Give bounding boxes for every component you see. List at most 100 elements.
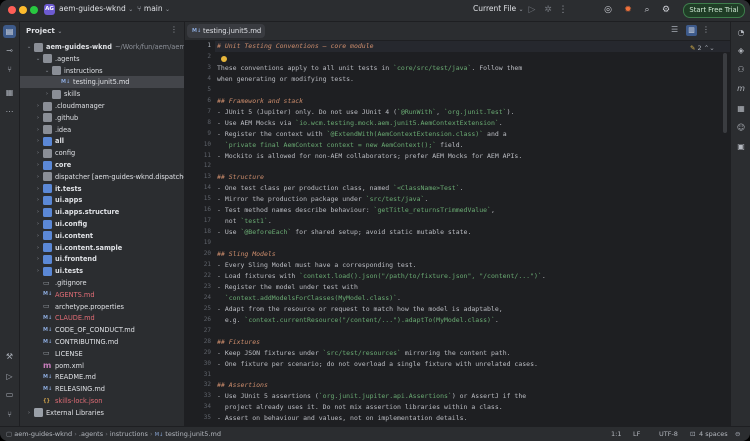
tree-item[interactable]: › core	[20, 159, 184, 171]
chevron-right-icon[interactable]: ›	[35, 171, 41, 183]
tab-testing-junit5[interactable]: M↓ testing.junit5.md ×	[187, 24, 265, 38]
branch-switcher[interactable]: ⑂ main ⌄	[137, 4, 170, 13]
breadcrumb-item[interactable]: instructions	[110, 430, 148, 438]
chevron-right-icon[interactable]: ›	[35, 183, 41, 195]
project-panel-title[interactable]: Project ⌄	[26, 26, 62, 35]
tree-item[interactable]: › config	[20, 147, 184, 159]
chevron-right-icon[interactable]: ›	[35, 230, 41, 242]
copilot-icon[interactable]: ⚇	[735, 64, 747, 76]
lock-icon[interactable]: ⊡	[690, 430, 695, 438]
run-tool-icon[interactable]: ▷	[3, 370, 16, 383]
git-icon[interactable]: ⑂	[3, 63, 16, 76]
editor-menu-icon[interactable]: ⋮	[702, 25, 710, 34]
tree-item[interactable]: › ui.content.sample	[20, 242, 184, 254]
tree-item[interactable]: › .idea	[20, 124, 184, 136]
search-icon[interactable]: ⌕	[641, 4, 653, 16]
tree-item[interactable]: › .github	[20, 112, 184, 124]
chevron-right-icon[interactable]: ›	[35, 265, 41, 277]
tree-item[interactable]: M↓ CONTRIBUTING.md	[20, 336, 184, 348]
chevron-right-icon[interactable]: ›	[35, 206, 41, 218]
maven-icon[interactable]: m	[735, 83, 747, 95]
tree-item[interactable]: M↓ RELEASING.md	[20, 383, 184, 395]
plugin-icon[interactable]: ✹	[622, 4, 634, 16]
chevron-right-icon[interactable]: ›	[35, 135, 41, 147]
breadcrumb-item[interactable]: testing.junit5.md	[165, 430, 221, 438]
tree-item[interactable]: M↓ CLAUDE.md	[20, 312, 184, 324]
commit-icon[interactable]: ⊸	[3, 44, 16, 57]
run-config-selector[interactable]: Current File ⌄	[473, 4, 524, 13]
terminal-tool-icon[interactable]: ▣	[735, 141, 747, 153]
chevron-right-icon[interactable]: ›	[35, 112, 41, 124]
tree-item[interactable]: ⌄ instructions	[20, 65, 184, 77]
start-free-trial-button[interactable]: Start Free Trial	[683, 3, 745, 18]
chevron-right-icon[interactable]: ›	[35, 147, 41, 159]
tree-item[interactable]: › it.tests	[20, 183, 184, 195]
memory-indicator-icon[interactable]: ⊖	[735, 430, 740, 438]
inspection-widget[interactable]: ✎ 2 ⌃⌄	[690, 44, 715, 52]
build-icon[interactable]: ⚒	[3, 350, 16, 363]
line-separator[interactable]: LF	[633, 430, 640, 438]
breadcrumb-item[interactable]: aem-guides-wknd	[14, 430, 72, 438]
tree-item[interactable]: › ui.frontend	[20, 253, 184, 265]
chevron-right-icon[interactable]: ›	[44, 88, 50, 100]
tree-item[interactable]: ▭ archetype.properties	[20, 301, 184, 313]
tree-item[interactable]: › ui.tests	[20, 265, 184, 277]
notifications-icon[interactable]: ◔	[735, 27, 747, 39]
tree-item[interactable]: › all	[20, 135, 184, 147]
chevron-right-icon[interactable]: ›	[35, 159, 41, 171]
project-switcher[interactable]: aem-guides-wknd ⌄	[59, 4, 133, 13]
tree-item[interactable]: › .cloudmanager	[20, 100, 184, 112]
tree-item[interactable]: ⌄ .agents	[20, 53, 184, 65]
file-encoding[interactable]: UTF-8	[659, 430, 678, 438]
tree-item[interactable]: › ui.config	[20, 218, 184, 230]
chevron-down-icon[interactable]: ⌄	[26, 41, 32, 53]
tree-item[interactable]: M↓ README.md	[20, 371, 184, 383]
tree-item[interactable]: M↓ testing.junit5.md	[20, 76, 184, 89]
tree-item[interactable]: › External Libraries	[20, 407, 184, 419]
chevron-right-icon[interactable]: ›	[35, 253, 41, 265]
assistant-icon[interactable]: ☺	[735, 122, 747, 134]
editor-scrollbar[interactable]	[723, 53, 727, 133]
tree-item[interactable]: › ui.apps.structure	[20, 206, 184, 218]
more-tools-icon[interactable]: ⋯	[3, 105, 16, 118]
chevron-down-icon[interactable]: ⌄	[35, 53, 41, 65]
chevron-right-icon[interactable]: ›	[35, 242, 41, 254]
tree-item[interactable]: ⌄ aem-guides-wknd~/Work/fun/aem/aem-gu	[20, 41, 184, 53]
tree-item[interactable]: ▭ .gitignore	[20, 277, 184, 289]
ai-chat-icon[interactable]: ◈	[735, 45, 747, 57]
chevron-right-icon[interactable]: ›	[35, 194, 41, 206]
run-icon[interactable]: ▷	[526, 4, 538, 16]
tree-item[interactable]: › dispatcher [aem-guides-wknd.dispatche	[20, 171, 184, 183]
more-icon[interactable]: ⋮	[557, 4, 569, 16]
chevron-right-icon[interactable]: ›	[26, 407, 32, 419]
chevron-down-icon[interactable]: ⌄	[44, 65, 50, 77]
panel-options-icon[interactable]: ⋮	[170, 25, 178, 34]
tree-item[interactable]: ▭ LICENSE	[20, 348, 184, 360]
tree-item[interactable]: › skills	[20, 88, 184, 100]
ai-assistant-icon[interactable]: ◎	[602, 4, 614, 16]
vcs-icon[interactable]: ⑂	[3, 408, 16, 421]
close-window-button[interactable]	[8, 6, 16, 14]
indent-setting[interactable]: 4 spaces	[699, 430, 728, 438]
close-tab-icon[interactable]: ×	[254, 24, 260, 38]
breadcrumb-item[interactable]: .agents	[79, 430, 103, 438]
project-tool-icon[interactable]: ▤	[3, 25, 16, 38]
settings-icon[interactable]: ⚙	[660, 4, 672, 16]
split-mode-icon[interactable]: ▥	[686, 25, 697, 36]
debug-icon[interactable]: ✲	[542, 4, 554, 16]
minimize-window-button[interactable]	[19, 6, 27, 14]
chevron-right-icon[interactable]: ›	[35, 100, 41, 112]
tree-item[interactable]: M↓ AGENTS.md	[20, 289, 184, 301]
terminal-icon[interactable]: ▭	[3, 388, 16, 401]
tree-item[interactable]: › ui.content	[20, 230, 184, 242]
tree-item[interactable]: m pom.xml	[20, 360, 184, 372]
structure-icon[interactable]: ▦	[3, 86, 16, 99]
chevron-right-icon[interactable]: ›	[35, 124, 41, 136]
chevron-right-icon[interactable]: ›	[35, 218, 41, 230]
intention-bulb-icon[interactable]	[221, 56, 227, 62]
code-editor[interactable]: ✎ 2 ⌃⌄ 1 # Unit Testing Conventions — cor…	[185, 41, 730, 426]
caret-position[interactable]: 1:1	[611, 430, 621, 438]
tree-item[interactable]: › ui.apps	[20, 194, 184, 206]
zoom-window-button[interactable]	[30, 6, 38, 14]
tree-item[interactable]: {} skills-lock.json	[20, 395, 184, 407]
